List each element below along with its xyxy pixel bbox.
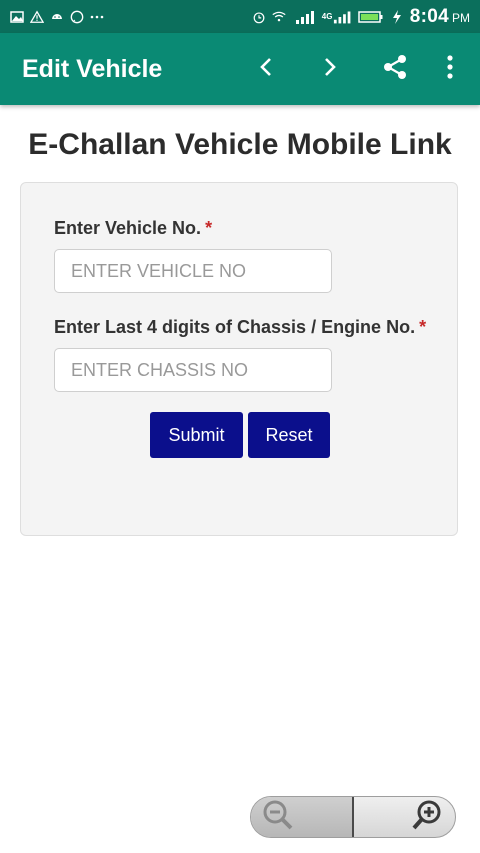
submit-button[interactable]: Submit xyxy=(150,412,243,458)
required-asterisk: * xyxy=(419,317,427,337)
status-left xyxy=(10,9,104,24)
app-bar-title: Edit Vehicle xyxy=(22,55,163,83)
reset-button[interactable]: Reset xyxy=(248,412,330,458)
back-button[interactable] xyxy=(248,51,284,87)
clock-ampm: PM xyxy=(452,10,470,25)
zoom-out-button[interactable] xyxy=(251,797,352,837)
alarm-icon xyxy=(252,10,266,24)
signal-2-icon: 4G xyxy=(322,10,352,24)
image-icon xyxy=(10,10,24,24)
back-chevron-icon xyxy=(259,57,273,82)
battery-icon xyxy=(358,10,384,24)
signal-1-icon xyxy=(292,10,316,24)
warning-icon xyxy=(30,9,44,24)
whatsapp-icon xyxy=(70,10,84,24)
zoom-control xyxy=(250,796,456,838)
charging-icon xyxy=(390,9,404,24)
chassis-number-label: Enter Last 4 digits of Chassis / Engine … xyxy=(54,317,426,338)
more-notifications-icon xyxy=(90,10,104,24)
required-asterisk: * xyxy=(205,218,213,238)
page-title: E-Challan Vehicle Mobile Link xyxy=(28,128,452,161)
status-bar: 4G 8:04 PM xyxy=(0,0,480,33)
vehicle-number-label: Enter Vehicle No. * xyxy=(54,218,212,239)
zoom-in-icon xyxy=(411,798,445,837)
forward-button[interactable] xyxy=(312,51,348,87)
overflow-menu-button[interactable] xyxy=(432,51,468,87)
more-vert-icon xyxy=(447,54,453,84)
zoom-in-button[interactable] xyxy=(354,797,455,837)
chassis-number-input[interactable] xyxy=(54,348,332,392)
share-button[interactable] xyxy=(377,51,413,87)
clock: 8:04 PM xyxy=(410,6,470,28)
android-icon xyxy=(50,10,64,24)
vehicle-number-input[interactable] xyxy=(54,249,332,293)
vehicle-number-label-text: Enter Vehicle No. xyxy=(54,218,202,238)
status-right: 4G 8:04 PM xyxy=(252,6,470,28)
app-bar: Edit Vehicle xyxy=(0,33,480,105)
forward-chevron-icon xyxy=(323,57,337,82)
wifi-icon xyxy=(272,10,286,24)
share-icon xyxy=(381,53,409,86)
chassis-number-label-text: Enter Last 4 digits of Chassis / Engine … xyxy=(54,317,416,337)
vehicle-link-form: Enter Vehicle No.* Enter Last 4 digits o… xyxy=(20,182,458,536)
zoom-out-icon xyxy=(261,798,295,837)
clock-time: 8:04 xyxy=(409,5,449,27)
network-type-label: 4G xyxy=(321,12,333,21)
